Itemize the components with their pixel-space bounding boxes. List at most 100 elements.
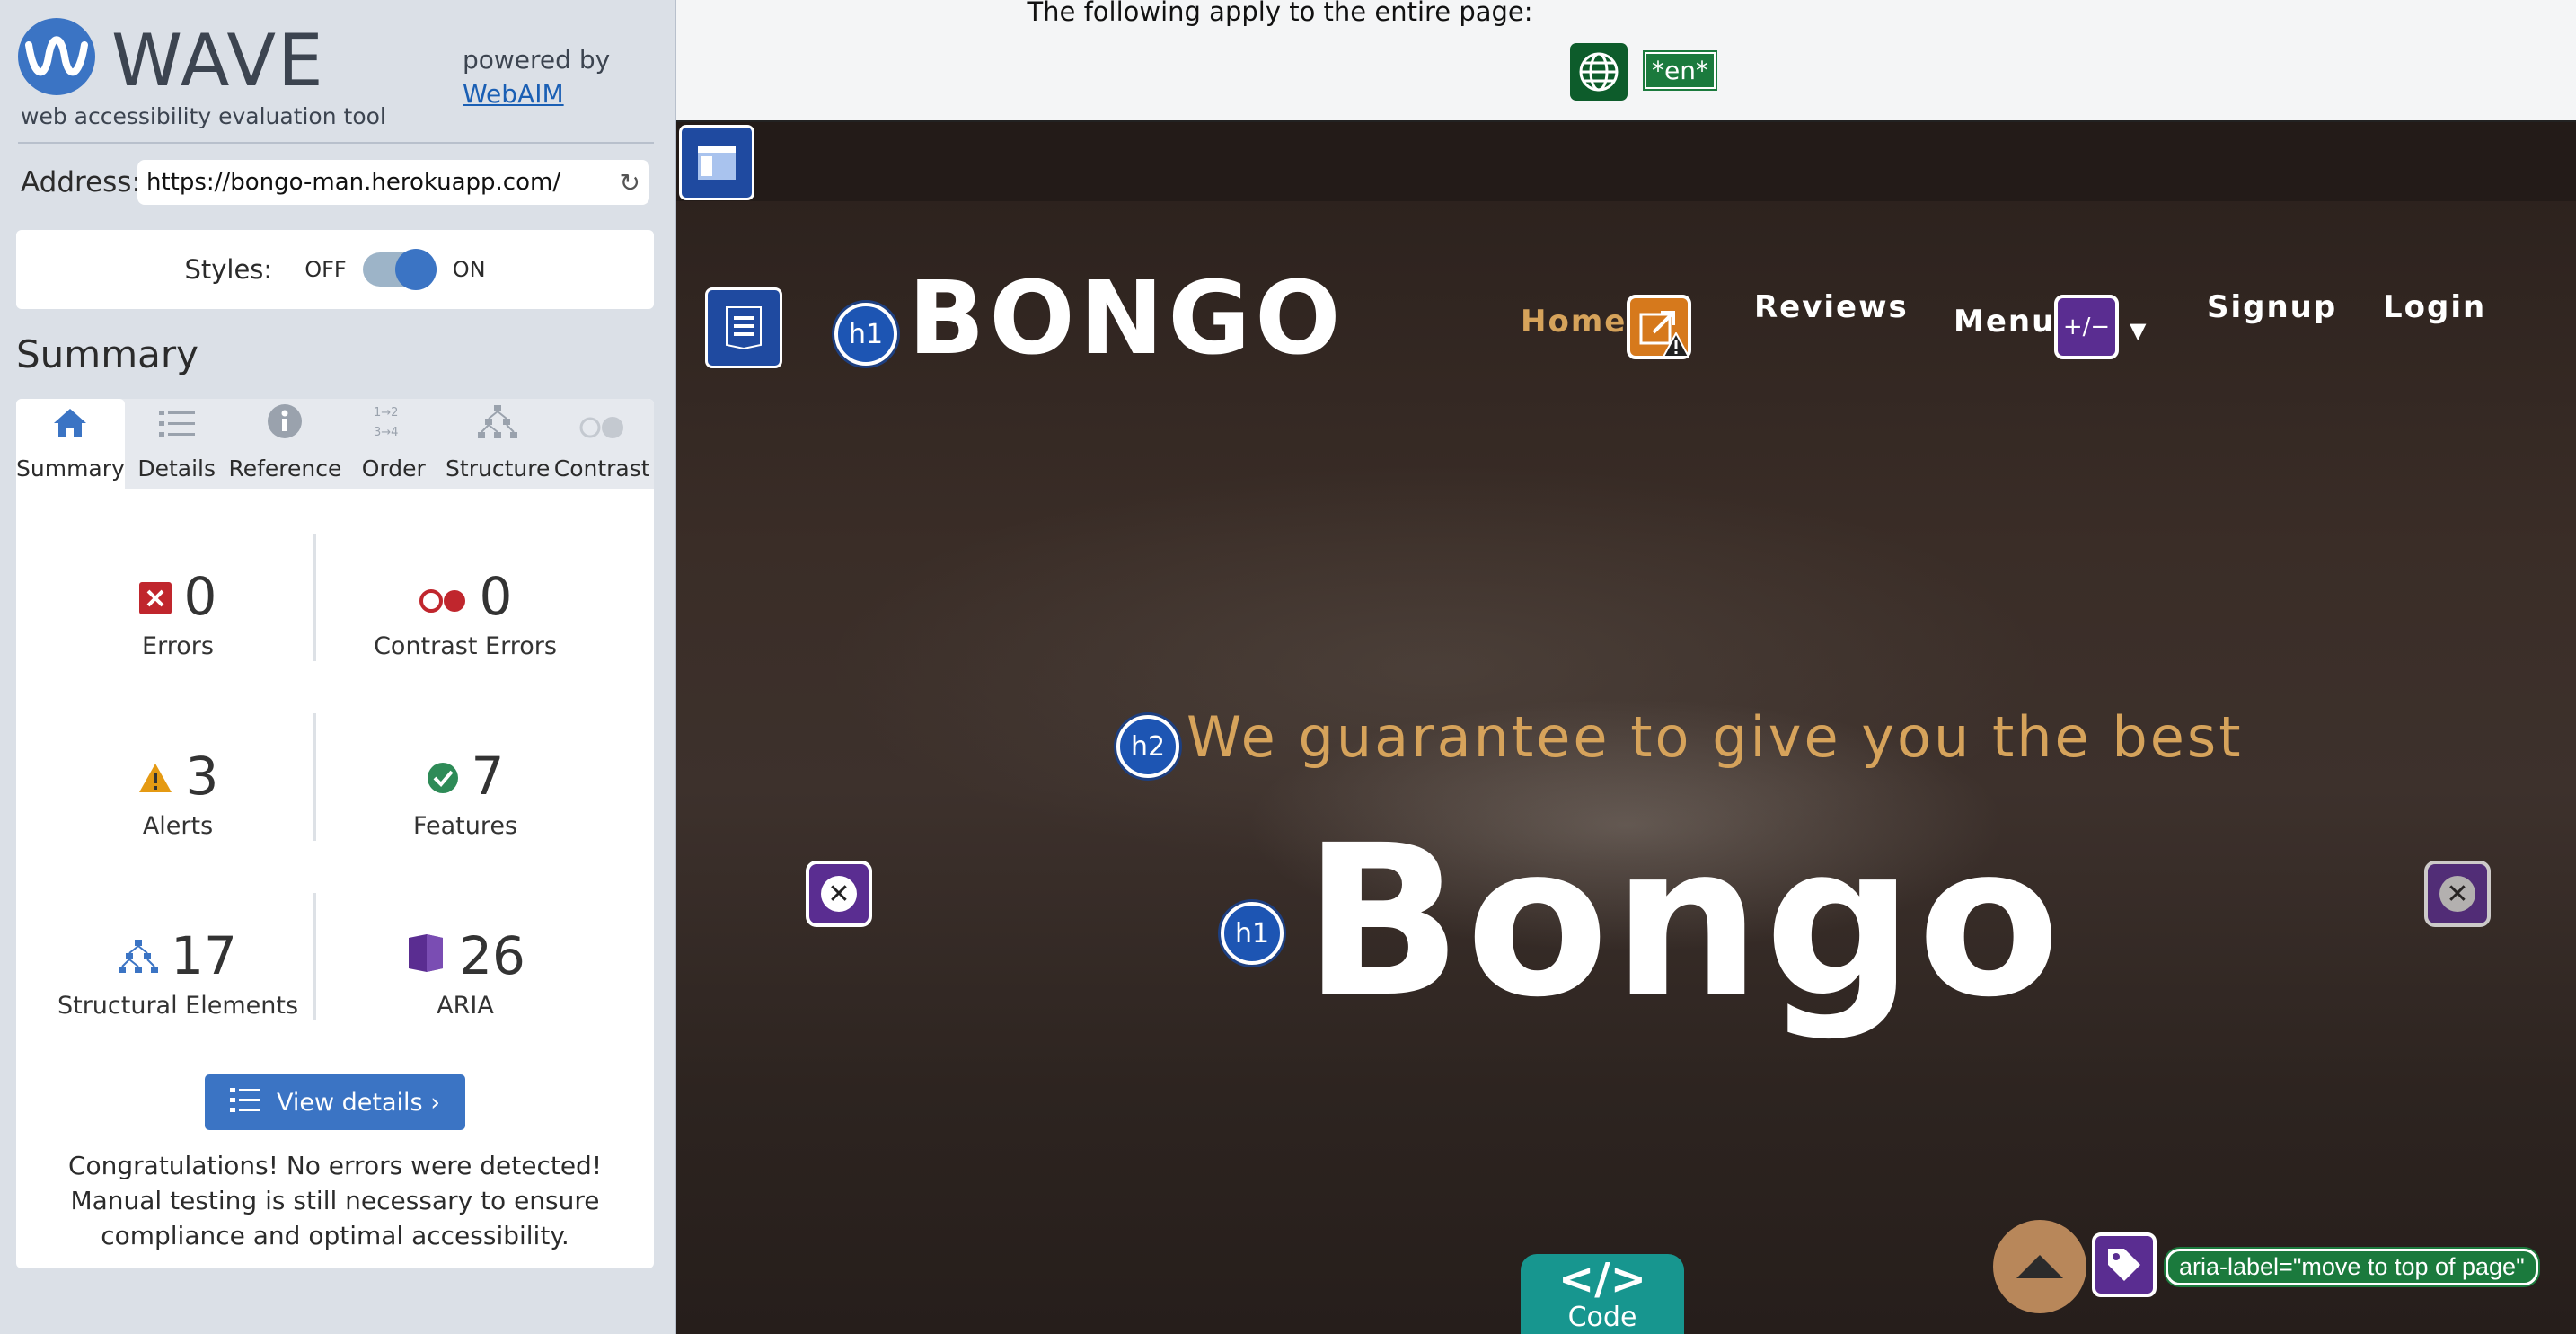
tab-label: Order xyxy=(361,455,426,481)
features-label: Features xyxy=(412,812,518,840)
close-icon[interactable]: ✕ xyxy=(2424,861,2491,927)
alert-icon xyxy=(137,746,173,807)
styles-toggle[interactable] xyxy=(362,249,437,290)
code-toggle-button[interactable]: </> Code xyxy=(1521,1254,1684,1334)
aria-expanded-badge[interactable]: +/− xyxy=(2054,295,2119,359)
view-details-button[interactable]: View details › xyxy=(205,1074,465,1130)
tab-reference[interactable]: Reference xyxy=(228,399,341,489)
address-input[interactable]: https://bongo-man.herokuapp.com/ ↻ xyxy=(137,160,649,205)
nav-reviews[interactable]: Reviews xyxy=(1754,289,1909,325)
region-icon[interactable] xyxy=(679,125,754,200)
aria-count: 26 xyxy=(459,925,525,986)
scroll-to-top-button[interactable] xyxy=(1993,1220,2086,1313)
aria-label-pill: aria-label="move to top of page" xyxy=(2166,1249,2538,1285)
hero-tagline: We guarantee to give you the best xyxy=(1187,704,2244,770)
info-icon xyxy=(267,403,303,450)
contrast-errors-count: 0 xyxy=(479,566,513,627)
tab-label: Reference xyxy=(228,455,342,481)
contrast-errors-label: Contrast Errors xyxy=(374,632,557,660)
tab-summary[interactable]: Summary xyxy=(16,399,125,489)
site-topbar xyxy=(676,122,2576,201)
stat-aria[interactable]: 26 ARIA xyxy=(331,925,600,1020)
svg-text:1→2: 1→2 xyxy=(374,406,398,420)
svg-text:3→4: 3→4 xyxy=(374,426,398,439)
close-icon[interactable]: ✕ xyxy=(806,861,872,927)
tab-structure[interactable]: Structure xyxy=(446,399,550,489)
styles-toggle-card: Styles: OFF ON xyxy=(16,230,654,309)
powered-by: powered by WebAIM xyxy=(463,43,610,111)
summary-heading: Summary xyxy=(16,332,198,376)
contrast-icon xyxy=(578,405,625,450)
summary-card: Summary Details Reference 1→23→4 Order xyxy=(16,399,654,1268)
stat-divider xyxy=(313,893,316,1020)
stat-alerts[interactable]: 3 Alerts xyxy=(43,746,313,840)
stat-divider xyxy=(313,534,316,661)
stat-contrast-errors[interactable]: 0 Contrast Errors xyxy=(331,566,600,660)
nav-login[interactable]: Login xyxy=(2383,289,2486,325)
wave-sidebar: WAVE web accessibility evaluation tool p… xyxy=(0,0,676,1334)
reload-icon[interactable]: ↻ xyxy=(620,168,640,198)
nav-signup[interactable]: Signup xyxy=(2207,289,2337,325)
tab-label: Structure xyxy=(446,455,551,481)
styles-on-label: ON xyxy=(452,257,486,282)
code-icon: </> xyxy=(1558,1254,1646,1304)
aria-icon xyxy=(405,925,446,986)
aria-label: ARIA xyxy=(437,992,494,1020)
heading-h1-badge[interactable]: h1 xyxy=(1221,902,1284,965)
globe-icon[interactable] xyxy=(1570,43,1628,101)
nav-home[interactable]: Home xyxy=(1521,304,1627,340)
tab-label: Contrast xyxy=(553,455,650,481)
errors-label: Errors xyxy=(142,632,214,660)
code-label: Code xyxy=(1567,1302,1637,1333)
navigation-icon[interactable] xyxy=(705,287,782,368)
tab-label: Details xyxy=(137,455,216,481)
powered-by-text: powered by xyxy=(463,45,611,75)
stat-errors[interactable]: 0 Errors xyxy=(43,566,313,660)
hero-title: Bongo xyxy=(1303,800,2064,1043)
alert-small-icon[interactable] xyxy=(1662,331,1690,361)
structural-label: Structural Elements xyxy=(57,992,299,1020)
styles-label: Styles: xyxy=(184,254,273,285)
structure-icon xyxy=(478,403,518,450)
order-icon: 1→2 3→4 xyxy=(374,403,413,450)
webaim-link[interactable]: WebAIM xyxy=(463,79,564,109)
tab-contrast[interactable]: Contrast xyxy=(550,399,654,489)
chevron-down-icon[interactable]: ▼ xyxy=(2130,318,2146,343)
styles-off-label: OFF xyxy=(304,257,347,282)
heading-h2-badge[interactable]: h2 xyxy=(1116,715,1179,778)
list-icon xyxy=(230,1086,260,1119)
alerts-count: 3 xyxy=(185,746,219,807)
structural-count: 17 xyxy=(171,925,237,986)
alerts-label: Alerts xyxy=(142,812,214,840)
nav-menu[interactable]: Menu xyxy=(1954,304,2055,340)
language-badge[interactable]: *en* xyxy=(1643,50,1717,91)
structure-icon xyxy=(119,925,159,986)
tab-order[interactable]: 1→2 3→4 Order xyxy=(341,399,446,489)
stat-structural[interactable]: 17 Structural Elements xyxy=(43,925,313,1020)
tab-details[interactable]: Details xyxy=(125,399,229,489)
wave-logo-icon xyxy=(18,18,95,95)
address-value: https://bongo-man.herokuapp.com/ xyxy=(146,169,561,196)
tab-bar: Summary Details Reference 1→23→4 Order xyxy=(16,399,654,489)
feature-check-icon xyxy=(427,746,459,807)
aria-label-tag-icon[interactable] xyxy=(2092,1232,2157,1297)
toggle-knob xyxy=(394,249,437,290)
divider xyxy=(18,142,654,144)
stat-divider xyxy=(313,713,316,841)
list-icon xyxy=(158,405,195,450)
page-level-annotations: The following apply to the entire page: … xyxy=(676,0,2576,122)
heading-h1-badge[interactable]: h1 xyxy=(834,303,897,366)
errors-count: 0 xyxy=(183,566,217,627)
apply-text: The following apply to the entire page: xyxy=(1027,0,1533,27)
error-icon xyxy=(138,566,172,627)
site-preview: h1 BONGO Home Reviews Menu +/− ▼ Signup … xyxy=(676,122,2576,1334)
view-details-label: View details › xyxy=(277,1088,440,1117)
wave-logo-text: WAVE xyxy=(111,19,325,102)
stat-features[interactable]: 7 Features xyxy=(331,746,600,840)
home-icon xyxy=(52,405,88,450)
congrats-message: Congratulations! No errors were detected… xyxy=(67,1151,603,1250)
site-brand[interactable]: BONGO xyxy=(908,266,1345,372)
features-count: 7 xyxy=(471,746,505,807)
address-label: Address: xyxy=(21,166,141,199)
tab-label: Summary xyxy=(16,455,125,481)
